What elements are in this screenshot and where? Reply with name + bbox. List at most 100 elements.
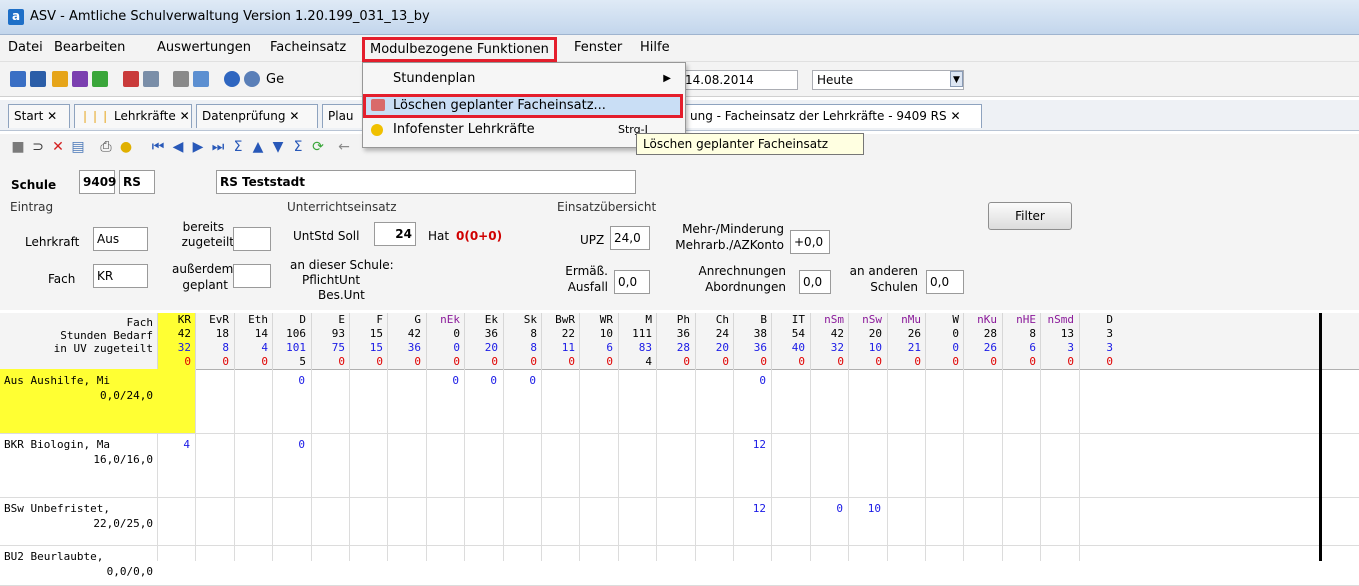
untstd-soll-field[interactable]: 24 xyxy=(374,222,416,246)
hint-icon[interactable]: ● xyxy=(118,139,134,155)
menu-fenster[interactable]: Fenster xyxy=(574,40,622,55)
filter-button[interactable]: Filter xyxy=(988,202,1072,230)
grid-cell-value[interactable]: 0 xyxy=(272,373,309,388)
grid-column-header[interactable]: D330 xyxy=(1079,313,1117,369)
anrechnungen-field[interactable]: 0,0 xyxy=(799,270,831,294)
date-field[interactable]: 14.08.2014 xyxy=(680,70,798,90)
table-row[interactable]: BKR Biologin, Ma 16,0/16,0 xyxy=(0,433,157,497)
save-icon[interactable]: ■ xyxy=(10,139,26,155)
tab-start[interactable]: Start ✕ xyxy=(8,104,70,128)
grid-column-header[interactable]: WR 10 6 0 xyxy=(579,313,617,369)
grid-column-header[interactable]: W000 xyxy=(925,313,963,369)
mehr-minderung-field[interactable]: +0,0 xyxy=(790,230,830,254)
upz-field[interactable]: 24,0 xyxy=(610,226,650,250)
tab-facheinsatz[interactable]: ung - Facheinsatz der Lehrkräfte - 9409 … xyxy=(684,104,982,128)
close-icon[interactable]: ✕ xyxy=(950,109,960,123)
menu-modulbezogene-funktionen[interactable]: Modulbezogene Funktionen xyxy=(362,37,557,62)
grid-column-header[interactable]: nSmd 13 3 0 xyxy=(1040,313,1078,369)
next-record-icon[interactable]: ▶ xyxy=(190,139,206,155)
form-icon[interactable]: ▤ xyxy=(70,139,86,155)
grid-cell-value[interactable]: 12 xyxy=(733,501,770,516)
classes-icon[interactable] xyxy=(30,71,46,87)
grid-cell-value[interactable]: 0 xyxy=(464,373,501,388)
back-icon[interactable]: ← xyxy=(336,139,352,155)
grid-cell-value[interactable]: 12 xyxy=(733,437,770,452)
grid-column-header[interactable]: F 15 15 0 xyxy=(349,313,387,369)
table-row[interactable]: Aus Aushilfe, Mi 0,0/24,0 xyxy=(0,369,157,433)
ermaess-field[interactable]: 0,0 xyxy=(614,270,650,294)
grid-cell-value[interactable]: 0 xyxy=(426,373,463,388)
print-icon[interactable]: ⎙ xyxy=(98,139,114,155)
sum-icon[interactable]: Σ xyxy=(290,139,306,155)
schule-type-field[interactable]: RS xyxy=(119,170,155,194)
an-anderen-schulen-field[interactable]: 0,0 xyxy=(926,270,964,294)
grid-column-header[interactable]: nSw 20 10 0 xyxy=(848,313,886,369)
menu-hilfe[interactable]: Hilfe xyxy=(640,40,670,55)
help-icon[interactable] xyxy=(244,71,260,87)
sort-down-icon[interactable]: ▼ xyxy=(270,139,286,155)
grid-cell-value[interactable]: 0 xyxy=(810,501,847,516)
last-record-icon[interactable]: ⏭ xyxy=(210,139,226,155)
grid-column-header[interactable]: G 42 36 0 xyxy=(387,313,425,369)
grid-column-header[interactable]: nKu 28 26 0 xyxy=(963,313,1001,369)
grid-column-header[interactable]: D 106 101 5 xyxy=(272,313,310,369)
grid-column-header[interactable]: Sk 8 8 0 xyxy=(503,313,541,369)
menu-item-infofenster-lehrkraefte[interactable]: Infofenster Lehrkräfte Strg-I xyxy=(363,119,683,143)
grid-column-header[interactable]: Eth 14 4 0 xyxy=(234,313,272,369)
grid-column-header[interactable]: IT 54 40 0 xyxy=(771,313,809,369)
menu-item-stundenplan[interactable]: Stundenplan ▶ xyxy=(363,68,683,92)
info-icon[interactable] xyxy=(224,71,240,87)
previous-record-icon[interactable]: ◀ xyxy=(170,139,186,155)
lehrkraft-field[interactable]: Aus xyxy=(93,227,148,251)
tab-lehrkraefte[interactable]: ❘❘❘ Lehrkräfte ✕ xyxy=(74,104,192,128)
sort-icon[interactable]: Σ xyxy=(230,139,246,155)
grid-column-header[interactable]: B 38 36 0 xyxy=(733,313,771,369)
table-row[interactable]: BU2 Beurlaubte, 0,0/0,0 xyxy=(0,545,157,585)
menu-facheinsatz[interactable]: Facheinsatz xyxy=(270,40,346,55)
menu-auswertungen[interactable]: Auswertungen xyxy=(157,40,251,55)
grid-column-header[interactable]: BwR 22 11 0 xyxy=(541,313,579,369)
chevron-down-icon[interactable]: ▼ xyxy=(950,71,963,87)
menu-datei[interactable]: Datei xyxy=(8,40,43,55)
table-row[interactable]: BSw Unbefristet, 22,0/25,0 xyxy=(0,497,157,545)
fach-field[interactable]: KR xyxy=(93,264,148,288)
grid-column-header[interactable]: Ch 24 20 0 xyxy=(695,313,733,369)
timetable-icon[interactable] xyxy=(10,71,26,87)
delete-icon[interactable]: ✕ xyxy=(50,139,66,155)
grid-cell-value[interactable]: 4 xyxy=(157,437,194,452)
heute-select[interactable]: Heute xyxy=(812,70,964,90)
grid-column-header[interactable]: KR 42 32 0 xyxy=(157,313,195,369)
grid-column-header[interactable]: nEk 0 0 0 xyxy=(426,313,464,369)
close-icon[interactable]: ✕ xyxy=(47,109,57,123)
schule-number-field[interactable]: 9409 xyxy=(79,170,116,194)
close-icon[interactable]: ✕ xyxy=(289,109,299,123)
bereits-zugeteilt-field[interactable] xyxy=(233,227,271,251)
grid-column-header[interactable]: Ph 36 28 0 xyxy=(656,313,694,369)
schule-name-field[interactable]: RS Teststadt xyxy=(216,170,636,194)
rooms-icon[interactable] xyxy=(72,71,88,87)
tab-plau[interactable]: Plau xyxy=(322,104,366,128)
undo-icon[interactable]: ⊃ xyxy=(30,139,46,155)
refresh-icon[interactable]: ⟳ xyxy=(310,139,326,155)
grid-cell-value[interactable]: 0 xyxy=(733,373,770,388)
grid-column-header[interactable]: M 111 83 4 xyxy=(618,313,656,369)
sort-up-icon[interactable]: ▲ xyxy=(250,139,266,155)
grid-column-header[interactable]: nSm 42 32 0 xyxy=(810,313,848,369)
sheet-icon[interactable] xyxy=(143,71,159,87)
grid-cell-value[interactable]: 0 xyxy=(503,373,540,388)
grid-column-header[interactable]: E 93 75 0 xyxy=(311,313,349,369)
copy-icon[interactable] xyxy=(173,71,189,87)
teachers-icon[interactable] xyxy=(52,71,68,87)
window-icon[interactable] xyxy=(193,71,209,87)
grid-column-header[interactable]: nHE 8 6 0 xyxy=(1002,313,1040,369)
close-icon[interactable]: ✕ xyxy=(180,109,190,123)
grid-cell-value[interactable]: 10 xyxy=(848,501,885,516)
grid-cell-value[interactable]: 0 xyxy=(272,437,309,452)
grid-column-header[interactable]: Ek 36 20 0 xyxy=(464,313,502,369)
grid-column-header[interactable]: EvR 18 8 0 xyxy=(195,313,233,369)
first-record-icon[interactable]: ⏮ xyxy=(150,139,166,155)
students-icon[interactable] xyxy=(92,71,108,87)
selected-cell[interactable] xyxy=(157,369,195,433)
menu-bearbeiten[interactable]: Bearbeiten xyxy=(54,40,125,55)
ausserdem-geplant-field[interactable] xyxy=(233,264,271,288)
